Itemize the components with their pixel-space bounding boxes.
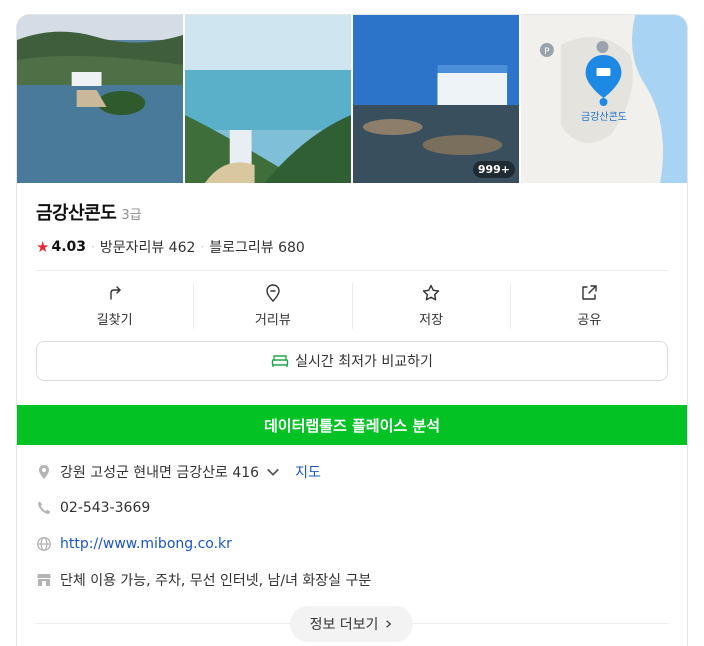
datalab-banner[interactable]: 데이터랩툴즈 플레이스 분석 [17,405,687,445]
address-row: 강원 고성군 현내면 금강산로 416 지도 [36,454,668,490]
street-view-label: 거리뷰 [254,313,291,328]
share-icon [582,285,598,300]
chevron-right-icon [386,620,392,628]
website-row: http://www.mibong.co.kr [36,526,668,562]
store-icon [37,574,51,586]
save-button[interactable]: 저장 [353,283,511,329]
datalab-banner-label: 데이터랩툴즈 플레이스 분석 [263,416,441,435]
map-pin-label: 금강산콘도 [581,112,627,123]
website-link[interactable]: http://www.mibong.co.kr [60,536,232,552]
amenities-text: 단체 이용 가능, 주차, 무선 인터넷, 남/녀 화장실 구분 [60,573,372,589]
header-divider [36,270,668,271]
phone-row: 02-543-3669 [36,490,668,526]
photo-strip: 999+ P 금강산콘도 [17,15,687,183]
separator-dot: · [91,240,95,254]
map-link[interactable]: 지도 [295,462,321,482]
price-compare-label: 실시간 최저가 비교하기 [295,354,433,370]
street-view-icon [266,284,280,302]
info-section: 강원 고성군 현내면 금강산로 416 지도 02-543-3669 http:… [17,454,687,598]
phone-number[interactable]: 02-543-3669 [60,500,150,516]
rating-value: 4.03 [51,239,86,255]
directions-label: 길찾기 [96,313,133,328]
address-text[interactable]: 강원 고성군 현내면 금강산로 416 [60,462,259,482]
place-header: 금강산콘도 3급 ★ 4.03 · 방문자리뷰 462 · 블로그리뷰 680 [17,183,687,257]
star-icon [422,284,440,301]
directions-icon [109,286,121,300]
place-grade: 3급 [121,208,142,223]
separator-dot: · [200,240,205,254]
amenities-row: 단체 이용 가능, 주차, 무선 인터넷, 남/녀 화장실 구분 [36,562,668,598]
chevron-down-icon[interactable] [265,464,281,480]
review-stats: ★ 4.03 · 방문자리뷰 462 · 블로그리뷰 680 [36,237,668,257]
bed-icon [271,355,289,367]
save-label: 저장 [419,313,444,328]
more-info-button[interactable]: 정보 더보기 [290,606,413,642]
place-name[interactable]: 금강산콘도 [36,199,117,225]
globe-icon [37,537,51,551]
svg-text:P: P [544,47,550,57]
price-compare-button[interactable]: 실시간 최저가 비교하기 [36,341,668,381]
more-info-label: 정보 더보기 [309,617,379,633]
rating-star-icon: ★ [36,238,50,256]
share-button[interactable]: 공유 [511,283,668,329]
photo-3[interactable]: 999+ [353,15,519,183]
visitor-reviews-link[interactable]: 방문자리뷰 462 [100,237,196,257]
phone-icon [38,501,51,514]
directions-button[interactable]: 길찾기 [36,283,195,329]
blog-reviews-link[interactable]: 블로그리뷰 680 [209,237,305,257]
street-view-button[interactable]: 거리뷰 [194,283,353,329]
share-label: 공유 [577,313,602,328]
place-card: 999+ P 금강산콘도 금강산콘도 3급 ★ 4.03 · 방문자리뷰 462… [16,14,688,646]
photo-1[interactable] [17,15,183,183]
action-bar: 길찾기 거리뷰 저장 공유 [36,283,668,329]
photo-count-badge: 999+ [472,161,515,178]
location-pin-icon [39,465,49,479]
map-thumbnail[interactable]: P 금강산콘도 [521,15,687,183]
photo-2[interactable] [185,15,351,183]
